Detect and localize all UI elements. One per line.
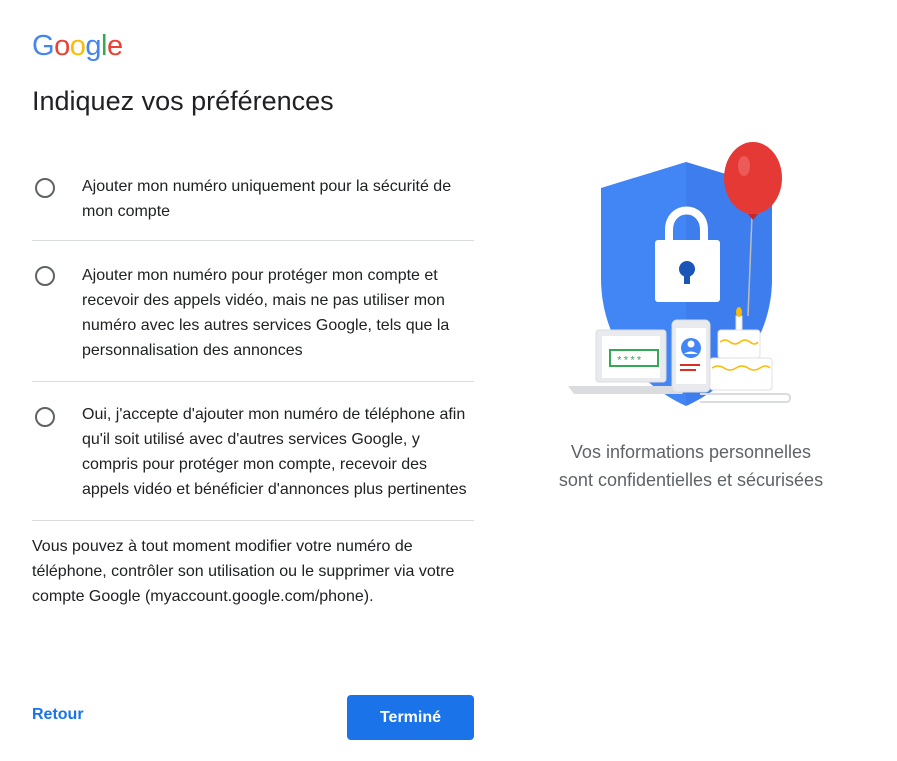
option-all-services[interactable]: Oui, j'accepte d'ajouter mon numéro de t… — [32, 382, 474, 521]
option-label: Ajouter mon numéro pour protéger mon com… — [82, 267, 450, 359]
radio-button[interactable] — [35, 266, 55, 286]
radio-button[interactable] — [35, 178, 55, 198]
logo-letter: g — [85, 30, 101, 62]
logo-letter: e — [106, 30, 123, 62]
done-button[interactable]: Terminé — [347, 695, 474, 740]
back-button[interactable]: Retour — [32, 706, 84, 724]
option-label: Ajouter mon numéro uniquement pour la sé… — [82, 178, 452, 220]
phone-icon — [671, 319, 711, 393]
illustration-caption: Vos informations personnelles sont confi… — [530, 438, 852, 494]
logo-letter: o — [54, 30, 70, 62]
options-panel: Ajouter mon numéro uniquement pour la sé… — [32, 152, 474, 609]
security-illustration: **** — [568, 142, 792, 406]
logo-letter: o — [69, 30, 86, 62]
caption-line: Vos informations personnelles — [570, 442, 812, 462]
radio-button[interactable] — [35, 407, 55, 427]
google-logo: Google — [32, 30, 123, 63]
caption-line: sont confidentielles et sécurisées — [558, 470, 824, 490]
option-security-and-video[interactable]: Ajouter mon numéro pour protéger mon com… — [32, 241, 474, 382]
page-title: Indiquez vos préférences — [32, 86, 334, 116]
logo-letter: G — [32, 30, 55, 62]
footnote: Vous pouvez à tout moment modifier votre… — [32, 538, 455, 605]
option-security-only[interactable]: Ajouter mon numéro uniquement pour la sé… — [32, 152, 474, 241]
option-label: Oui, j'accepte d'ajouter mon numéro de t… — [82, 406, 467, 498]
password-mask: **** — [616, 356, 642, 368]
